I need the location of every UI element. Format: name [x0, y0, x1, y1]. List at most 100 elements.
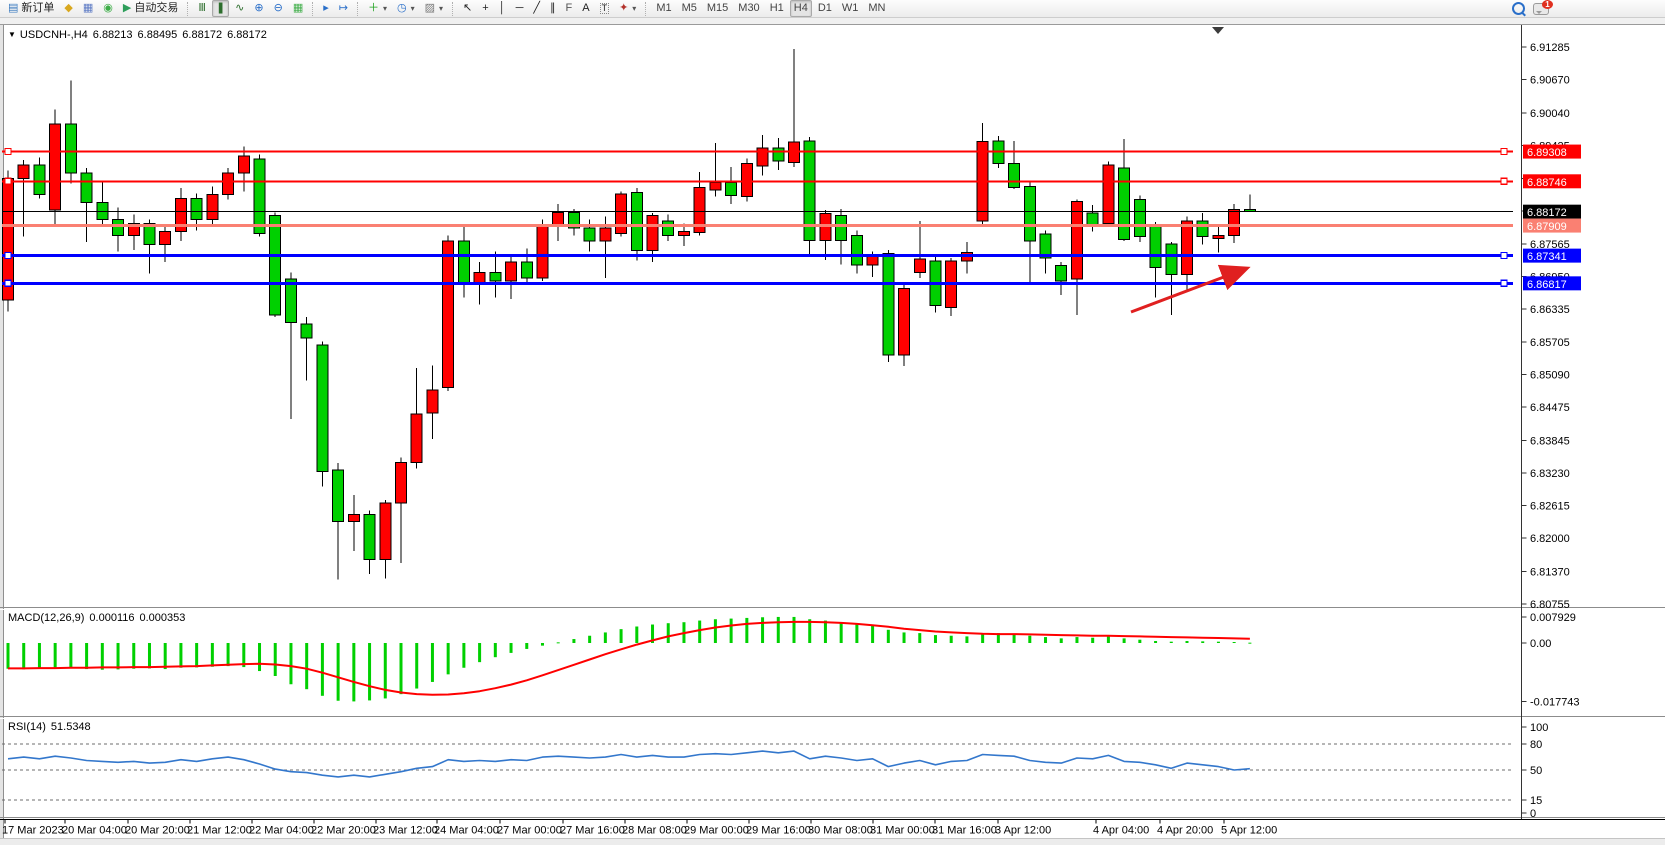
rsi-axis-tick: 15: [1530, 795, 1542, 807]
time-axis-tick: 24 Mar 04:00: [434, 825, 499, 837]
zoom-out-button[interactable]: ⊖: [270, 0, 287, 17]
tf-h4-button[interactable]: H4: [790, 0, 812, 17]
price-axis-tick: 6.80755: [1530, 599, 1570, 611]
price-axis-tick: 6.85090: [1530, 370, 1570, 382]
clock-icon: ◷: [397, 3, 407, 14]
chart-shift-icon: ↦: [339, 3, 348, 14]
toolbar-right-group: 1: [1512, 1, 1549, 15]
price-tag-label: 6.86817: [1527, 279, 1567, 291]
add-indicator-icon: ＋: [368, 3, 379, 14]
vertical-line-icon: │: [499, 3, 506, 14]
tf-m1-button[interactable]: M1: [652, 0, 675, 17]
fibonacci-button[interactable]: F: [562, 0, 577, 17]
time-axis-tick: 3 Apr 12:00: [995, 825, 1051, 837]
zoom-in-icon: ⊕: [254, 3, 263, 14]
rsi-name: RSI(14): [8, 721, 46, 733]
trendline-button[interactable]: ╱: [529, 0, 544, 17]
autoscroll-button[interactable]: ▸: [319, 0, 333, 17]
autotrade-button[interactable]: ▶自动交易: [119, 0, 182, 17]
caret-down-icon: ▾: [411, 1, 415, 16]
toolbar-separator: [357, 2, 359, 16]
rsi-axis-tick: 100: [1530, 722, 1548, 734]
macd-name: MACD(12,26,9): [8, 612, 84, 624]
tf-m30-button[interactable]: M30: [734, 0, 763, 17]
time-axis-tick: 30 Mar 08:00: [808, 825, 873, 837]
channel-button[interactable]: ∥: [546, 0, 560, 17]
notification-balloon[interactable]: 1: [1533, 3, 1549, 15]
chart-ohlc-info: ▼USDCNH-,H46.882136.884956.881726.88172: [8, 29, 272, 41]
line-chart-icon: ∿: [235, 3, 244, 14]
one-click-trading-toggle[interactable]: ▼: [8, 30, 16, 39]
candlestick-icon: ❚: [216, 3, 225, 14]
crosshair-icon: +: [482, 3, 488, 14]
price-axis-tick: 6.82000: [1530, 533, 1570, 545]
add-indicator-button[interactable]: ＋▾: [364, 0, 391, 17]
shapes-button[interactable]: ✦▾: [615, 0, 640, 17]
notification-badge: 1: [1542, 0, 1553, 9]
autotrade-icon: ▶: [123, 3, 131, 14]
vertical-line-button[interactable]: │: [495, 0, 510, 17]
crosshair-button[interactable]: +: [478, 0, 492, 17]
tf-m5-button[interactable]: M5: [678, 0, 701, 17]
time-axis-tick: 22 Mar 20:00: [311, 825, 376, 837]
search-icon[interactable]: [1512, 2, 1525, 15]
trendline-icon: ╱: [533, 3, 540, 14]
tf-mn-button[interactable]: MN: [864, 0, 889, 17]
arrows-icon: ✦: [619, 3, 628, 14]
time-axis-tick: 28 Mar 08:00: [622, 825, 687, 837]
time-axis-tick: 20 Mar 20:00: [125, 825, 190, 837]
price-tag-label: 6.87341: [1527, 251, 1567, 263]
tf-m30-button-label: M30: [738, 1, 759, 16]
text-icon: A: [582, 3, 589, 14]
market-watch-button[interactable]: ▦: [79, 0, 97, 17]
tf-m15-button[interactable]: M15: [703, 0, 732, 17]
price-tag-label: 6.89308: [1527, 147, 1567, 159]
price-axis-tick: 6.83230: [1530, 468, 1570, 480]
text-button[interactable]: A: [578, 0, 593, 17]
time-axis-tick: 5 Apr 12:00: [1221, 825, 1277, 837]
ohlc-high: 6.88495: [138, 29, 178, 41]
cursor-icon: ↖: [463, 3, 472, 14]
rsi-axis-tick: 0: [1530, 808, 1536, 820]
label-button[interactable]: T: [596, 0, 614, 17]
ohlc-low: 6.88172: [182, 29, 222, 41]
macd-axis-tick: 0.007929: [1530, 612, 1576, 624]
line-chart-button[interactable]: ∿: [231, 0, 248, 17]
new-order-button[interactable]: ▤新订单: [4, 0, 58, 17]
price-axis-tick: 6.91285: [1530, 42, 1570, 54]
caret-down-icon: ▾: [632, 1, 636, 16]
time-axis-tick: 21 Mar 12:00: [187, 825, 252, 837]
autoscroll-icon: ▸: [323, 3, 329, 14]
chart-profiles-button[interactable]: ◆: [60, 0, 76, 17]
price-chart[interactable]: 6.912856.906706.900406.894256.887956.881…: [0, 0, 1665, 844]
signals-button[interactable]: ◉: [99, 0, 117, 17]
horizontal-line-button[interactable]: ─: [512, 0, 528, 17]
tf-m15-button-label: M15: [707, 1, 728, 16]
chart-shift-button[interactable]: ↦: [335, 0, 352, 17]
time-axis-tick: 17 Mar 2023: [2, 825, 64, 837]
candlestick-button[interactable]: ❚: [212, 0, 229, 17]
price-axis-tick: 6.90670: [1530, 75, 1570, 87]
time-axis-tick: 4 Apr 04:00: [1093, 825, 1149, 837]
zoom-in-button[interactable]: ⊕: [250, 0, 267, 17]
tf-h1-button[interactable]: H1: [766, 0, 788, 17]
periods-button[interactable]: ◷▾: [393, 0, 419, 17]
tf-w1-button-label: W1: [842, 1, 859, 16]
price-axis-tick: 6.81370: [1530, 566, 1570, 578]
caret-down-icon: ▾: [439, 1, 443, 16]
price-axis-tick: 6.84475: [1530, 402, 1570, 414]
bar-chart-button[interactable]: Ⅲ: [194, 0, 210, 17]
template-button[interactable]: ▨▾: [421, 0, 447, 17]
tf-h1-button-label: H1: [770, 1, 784, 16]
cursor-button[interactable]: ↖: [459, 0, 476, 17]
price-tag-label: 6.88172: [1527, 207, 1567, 219]
toolbar-separator: [645, 2, 647, 16]
signals-icon: ◉: [103, 3, 113, 14]
tf-w1-button[interactable]: W1: [838, 0, 863, 17]
tf-d1-button[interactable]: D1: [814, 0, 836, 17]
tf-d1-button-label: D1: [818, 1, 832, 16]
time-axis-tick: 29 Mar 00:00: [684, 825, 749, 837]
tile-windows-button[interactable]: ▦: [289, 0, 307, 17]
caret-down-icon: ▾: [383, 1, 387, 16]
toolbar-separator: [187, 2, 189, 16]
